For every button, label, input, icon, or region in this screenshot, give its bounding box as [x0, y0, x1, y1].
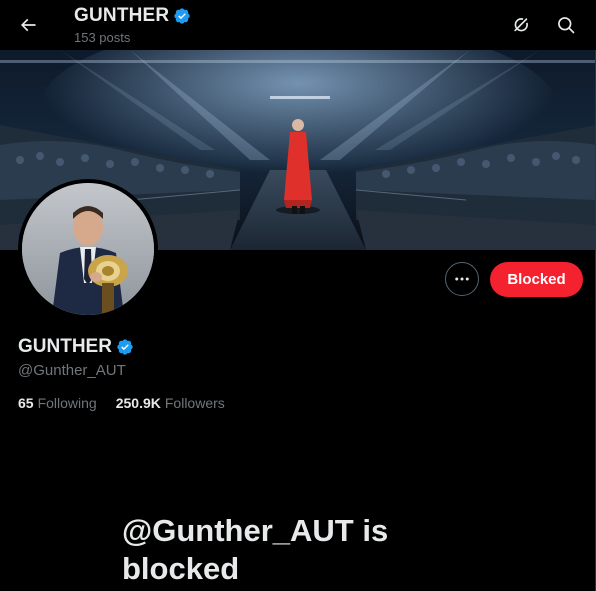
grok-icon: [514, 18, 528, 32]
avatar-image: [22, 183, 154, 315]
follow-stats: 65 Following 250.9K Followers: [18, 395, 225, 411]
following-link[interactable]: 65 Following: [18, 395, 97, 411]
back-button[interactable]: [10, 7, 46, 43]
followers-label: Followers: [164, 395, 225, 411]
profile-page: GUNTHER 153 posts Blocked GUNTHER @Gunth…: [0, 0, 596, 591]
profile-header: GUNTHER 153 posts: [0, 0, 596, 50]
more-icon: [455, 277, 469, 281]
followers-count: 250.9K: [115, 395, 161, 411]
verified-badge-icon: [173, 7, 191, 25]
profile-name-row: GUNTHER: [18, 336, 134, 358]
verified-badge-icon[interactable]: [116, 338, 134, 356]
grok-button[interactable]: [503, 7, 539, 43]
blocked-message: @Gunther_AUT is blocked: [122, 513, 389, 586]
search-icon: [558, 17, 575, 34]
followers-link[interactable]: 250.9K Followers: [116, 395, 225, 411]
profile-handle: @Gunther_AUT: [18, 362, 126, 379]
more-options-button[interactable]: [445, 262, 479, 296]
back-arrow-icon: [20, 18, 36, 32]
following-label: Following: [37, 395, 97, 411]
blocked-button[interactable]: Blocked: [490, 262, 583, 297]
profile-name: GUNTHER: [18, 336, 112, 357]
post-count: 153 posts: [74, 30, 131, 45]
profile-avatar[interactable]: [18, 179, 158, 319]
header-title: GUNTHER: [74, 5, 170, 26]
search-button[interactable]: [548, 7, 584, 43]
following-count: 65: [18, 395, 34, 411]
header-title-row: GUNTHER: [74, 5, 191, 27]
